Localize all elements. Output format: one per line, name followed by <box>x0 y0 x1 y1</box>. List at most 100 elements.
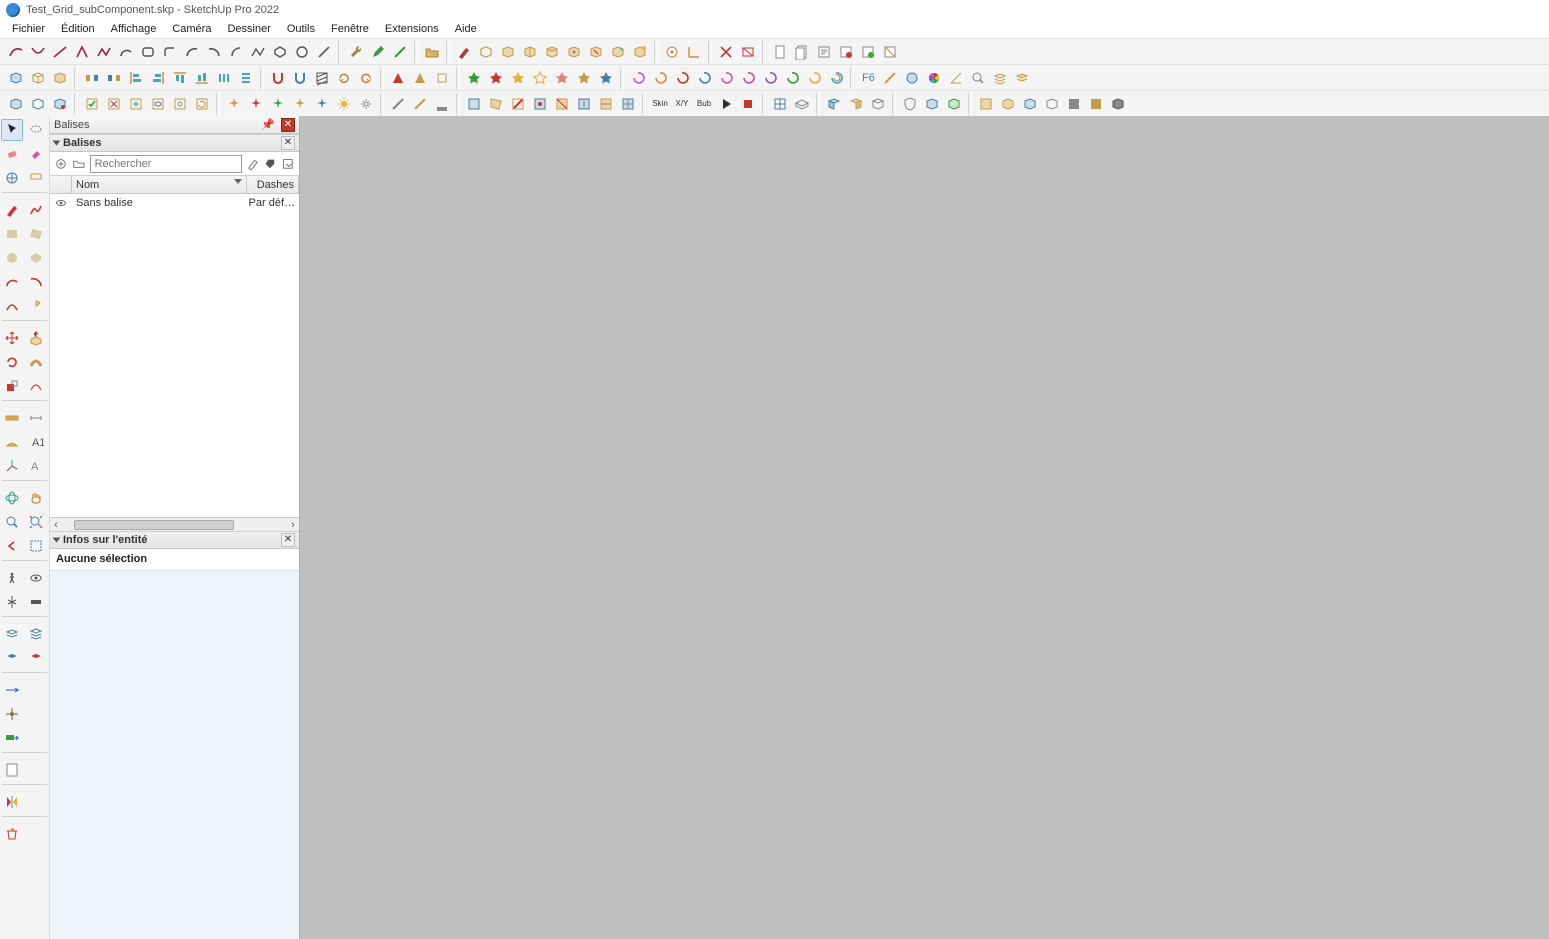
tag-menu-icon[interactable] <box>281 155 295 173</box>
tool-magnet-2-icon[interactable] <box>290 68 310 88</box>
tag-visibility-icon[interactable] <box>50 196 72 210</box>
tool-doc-red-icon[interactable] <box>836 42 856 62</box>
tool-face-2-icon[interactable] <box>486 94 506 114</box>
tool-sphere-icon[interactable] <box>902 68 922 88</box>
dock-header[interactable]: Balises 📌 ✕ <box>50 116 299 134</box>
tool-zoomw-icon[interactable] <box>25 535 47 557</box>
tool-distribute-h-icon[interactable] <box>214 68 234 88</box>
tool-star-3-icon[interactable] <box>508 68 528 88</box>
tool-swap-1-icon[interactable] <box>82 68 102 88</box>
tags-col-name[interactable]: Nom <box>72 176 247 193</box>
tool-rotrect-icon[interactable] <box>25 223 47 245</box>
collapse-icon[interactable] <box>53 538 61 543</box>
tool-fredo-icon[interactable]: F6 <box>858 68 878 88</box>
menu-file[interactable]: Fichier <box>4 21 53 37</box>
tool-plus-box-icon[interactable] <box>126 94 146 114</box>
tool-label-icon[interactable] <box>1 727 23 749</box>
tool-mirror-icon[interactable] <box>1 791 23 813</box>
tool-face-3-icon[interactable] <box>508 94 528 114</box>
tool-rect-icon[interactable] <box>1 223 23 245</box>
tool-box-2-icon[interactable] <box>498 42 518 62</box>
tool-walk-icon[interactable] <box>1 567 23 589</box>
dock-close-icon[interactable]: ✕ <box>281 118 295 132</box>
tool-zoom2-icon[interactable] <box>1 511 23 533</box>
tool-align-r-icon[interactable] <box>148 68 168 88</box>
menu-window[interactable]: Fenêtre <box>323 21 377 37</box>
tool-eye-box-icon[interactable] <box>148 94 168 114</box>
tool-edge-3-icon[interactable] <box>432 94 452 114</box>
tag-row[interactable]: Sans balise Par déf… <box>50 194 299 212</box>
tool-gear-box-icon[interactable] <box>170 94 190 114</box>
add-tag-icon[interactable] <box>54 155 68 173</box>
tool-arc6-icon[interactable] <box>1 295 23 317</box>
tool-face-8-icon[interactable] <box>618 94 638 114</box>
scroll-right-icon[interactable]: › <box>287 519 299 531</box>
tags-panel-close-icon[interactable]: ✕ <box>281 136 295 150</box>
tool-cut-red-icon[interactable] <box>716 42 736 62</box>
tool-cube-g-icon[interactable] <box>944 94 964 114</box>
tool-move-icon[interactable] <box>1 327 23 349</box>
menu-extensions[interactable]: Extensions <box>377 21 447 37</box>
tool-box-1-icon[interactable] <box>476 42 496 62</box>
tool-star-6-icon[interactable] <box>574 68 594 88</box>
tool-eraser-icon[interactable] <box>1 143 23 165</box>
tool-arc-c-icon[interactable] <box>226 42 246 62</box>
tool-cube-wire-icon[interactable] <box>28 68 48 88</box>
tool-3dtext-icon[interactable]: A <box>25 455 47 477</box>
tool-circle-icon[interactable] <box>292 42 312 62</box>
tool-cube-sm-icon[interactable] <box>922 94 942 114</box>
tool-arc3-icon[interactable] <box>204 42 224 62</box>
tags-panel-header[interactable]: Balises ✕ <box>50 134 299 152</box>
tool-select-icon[interactable] <box>1 119 23 141</box>
menu-camera[interactable]: Caméra <box>164 21 219 37</box>
tool-layer-4-icon[interactable] <box>25 647 47 669</box>
tool-offset-icon[interactable] <box>25 375 47 397</box>
tool-bezier-arc-1-icon[interactable] <box>6 42 26 62</box>
tool-bezier-line-icon[interactable] <box>50 42 70 62</box>
tool-distribute-v-icon[interactable] <box>236 68 256 88</box>
tool-swirl-m-icon[interactable] <box>628 68 648 88</box>
tool-gear-icon[interactable] <box>356 94 376 114</box>
tool-t3-icon[interactable] <box>1020 94 1040 114</box>
tool-wrench-icon[interactable] <box>346 42 366 62</box>
tool-t5-icon[interactable] <box>1064 94 1084 114</box>
tool-rotate2-icon[interactable] <box>1 351 23 373</box>
tool-star-2-icon[interactable] <box>486 68 506 88</box>
tool-zoome-icon[interactable] <box>25 511 47 533</box>
tool-align-b-icon[interactable] <box>192 68 212 88</box>
tool-spark-3-icon[interactable] <box>268 94 288 114</box>
entity-panel-close-icon[interactable]: ✕ <box>281 533 295 547</box>
scroll-thumb[interactable] <box>74 520 234 530</box>
menu-edit[interactable]: Édition <box>53 21 103 37</box>
tool-crosshatch-icon[interactable] <box>312 68 332 88</box>
tool-rect-cut-icon[interactable] <box>738 42 758 62</box>
tool-swirl-o-icon[interactable] <box>650 68 670 88</box>
tool-tri-grad-icon[interactable] <box>410 68 430 88</box>
tool-box-7-icon[interactable] <box>608 42 628 62</box>
tool-doc-green-icon[interactable] <box>858 42 878 62</box>
tool-box-6-icon[interactable] <box>586 42 606 62</box>
tool-layer-3-icon[interactable] <box>1 647 23 669</box>
tool-freehand-icon[interactable] <box>25 199 47 221</box>
tool-line-green-icon[interactable] <box>390 42 410 62</box>
dock-pin-icon[interactable]: 📌 <box>261 118 275 132</box>
tool-face-7-icon[interactable] <box>596 94 616 114</box>
tool-swirl-y-icon[interactable] <box>804 68 824 88</box>
tool-doc-1-icon[interactable] <box>770 42 790 62</box>
tool-orbit-icon[interactable] <box>1 487 23 509</box>
tool-sun-icon[interactable] <box>334 94 354 114</box>
tool-tape-icon[interactable] <box>1 407 23 429</box>
tool-face-5-icon[interactable] <box>552 94 572 114</box>
tool-rotate-cc-icon[interactable] <box>356 68 376 88</box>
menu-tools[interactable]: Outils <box>279 21 323 37</box>
tool-solid-3-icon[interactable] <box>50 94 70 114</box>
tool-spark-1-icon[interactable] <box>224 94 244 114</box>
tool-doc-3-icon[interactable] <box>814 42 834 62</box>
tags-scrollbar[interactable]: ‹ › <box>50 517 299 531</box>
tool-iso-1-icon[interactable] <box>824 94 844 114</box>
tag-apply-icon[interactable] <box>263 155 277 173</box>
tool-arc4-icon[interactable] <box>1 271 23 293</box>
tool-axes-icon[interactable] <box>1 455 23 477</box>
tool-rotate-icon[interactable] <box>334 68 354 88</box>
tool-magnet-1-icon[interactable] <box>268 68 288 88</box>
